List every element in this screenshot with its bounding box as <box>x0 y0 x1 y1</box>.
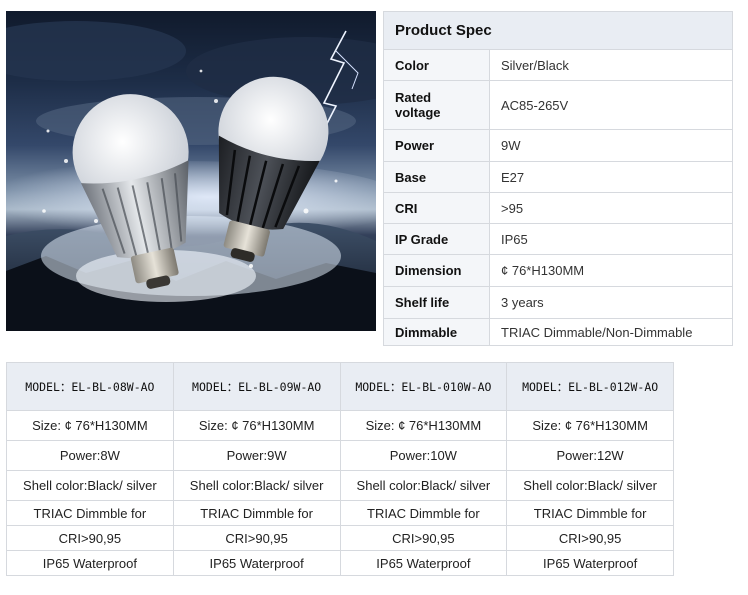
spec-label-ip-grade: IP Grade <box>383 223 490 255</box>
model-dimming-cell: TRIAC Dimmble for <box>172 500 341 526</box>
spec-value-dimension: ¢ 76*H130MM <box>489 254 733 287</box>
model-size-cell: Size: ¢ 76*H130MM <box>506 410 674 441</box>
table-row: TRIAC Dimmble for TRIAC Dimmble for TRIA… <box>6 500 674 526</box>
spec-title: Product Spec <box>383 11 733 50</box>
model-dimming-cell: TRIAC Dimmble for <box>6 500 174 526</box>
spec-label-base: Base <box>383 161 490 193</box>
spec-label-shelf-life: Shelf life <box>383 286 490 319</box>
model-size-cell: Size: ¢ 76*H130MM <box>339 410 508 441</box>
table-row: Shell color:Black/ silver Shell color:Bl… <box>6 470 674 501</box>
spec-value-power: 9W <box>489 129 733 162</box>
table-row: IP65 Waterproof IP65 Waterproof IP65 Wat… <box>6 550 674 576</box>
model-shell-color-cell: Shell color:Black/ silver <box>172 470 341 501</box>
spec-value-cri: >95 <box>489 192 733 224</box>
product-photo <box>6 11 376 331</box>
spec-label-cri: CRI <box>383 192 490 224</box>
product-spec-table: Product Spec Color Silver/Black Rated vo… <box>383 11 733 346</box>
table-row: Power:8W Power:9W Power:10W Power:12W <box>6 440 674 471</box>
spec-label-power: Power <box>383 129 490 162</box>
spec-label-dimmable: Dimmable <box>383 318 490 346</box>
model-header: MODEL：EL-BL-010W-AO <box>339 362 508 411</box>
spec-value-rated-voltage: AC85-265V <box>489 80 733 130</box>
model-cri-cell: CRI>90,95 <box>6 525 174 551</box>
table-row: Size: ¢ 76*H130MM Size: ¢ 76*H130MM Size… <box>6 410 674 441</box>
spec-label-rated-voltage: Rated voltage <box>383 80 490 130</box>
model-header: MODEL：EL-BL-09W-AO <box>172 362 341 411</box>
spec-value-ip-grade: IP65 <box>489 223 733 255</box>
model-waterproof-cell: IP65 Waterproof <box>506 550 674 576</box>
model-header: MODEL：EL-BL-08W-AO <box>6 362 174 411</box>
spec-value-shelf-life: 3 years <box>489 286 733 319</box>
model-shell-color-cell: Shell color:Black/ silver <box>506 470 674 501</box>
table-row: CRI>90,95 CRI>90,95 CRI>90,95 CRI>90,95 <box>6 525 674 551</box>
spec-value-dimmable: TRIAC Dimmable/Non-Dimmable <box>489 318 733 346</box>
model-power-cell: Power:9W <box>172 440 341 471</box>
model-cri-cell: CRI>90,95 <box>506 525 674 551</box>
model-power-cell: Power:10W <box>339 440 508 471</box>
model-dimming-cell: TRIAC Dimmble for <box>339 500 508 526</box>
model-comparison-table: MODEL：EL-BL-08W-AO MODEL：EL-BL-09W-AO MO… <box>6 362 674 576</box>
model-power-cell: Power:12W <box>506 440 674 471</box>
model-power-cell: Power:8W <box>6 440 174 471</box>
spec-label-dimension: Dimension <box>383 254 490 287</box>
spec-label-color: Color <box>383 49 490 81</box>
model-header: MODEL：EL-BL-012W-AO <box>506 362 674 411</box>
model-cri-cell: CRI>90,95 <box>339 525 508 551</box>
model-waterproof-cell: IP65 Waterproof <box>6 550 174 576</box>
model-size-cell: Size: ¢ 76*H130MM <box>6 410 174 441</box>
spec-value-color: Silver/Black <box>489 49 733 81</box>
model-shell-color-cell: Shell color:Black/ silver <box>6 470 174 501</box>
model-waterproof-cell: IP65 Waterproof <box>339 550 508 576</box>
model-shell-color-cell: Shell color:Black/ silver <box>339 470 508 501</box>
model-dimming-cell: TRIAC Dimmble for <box>506 500 674 526</box>
model-waterproof-cell: IP65 Waterproof <box>172 550 341 576</box>
model-cri-cell: CRI>90,95 <box>172 525 341 551</box>
spec-value-base: E27 <box>489 161 733 193</box>
model-size-cell: Size: ¢ 76*H130MM <box>172 410 341 441</box>
